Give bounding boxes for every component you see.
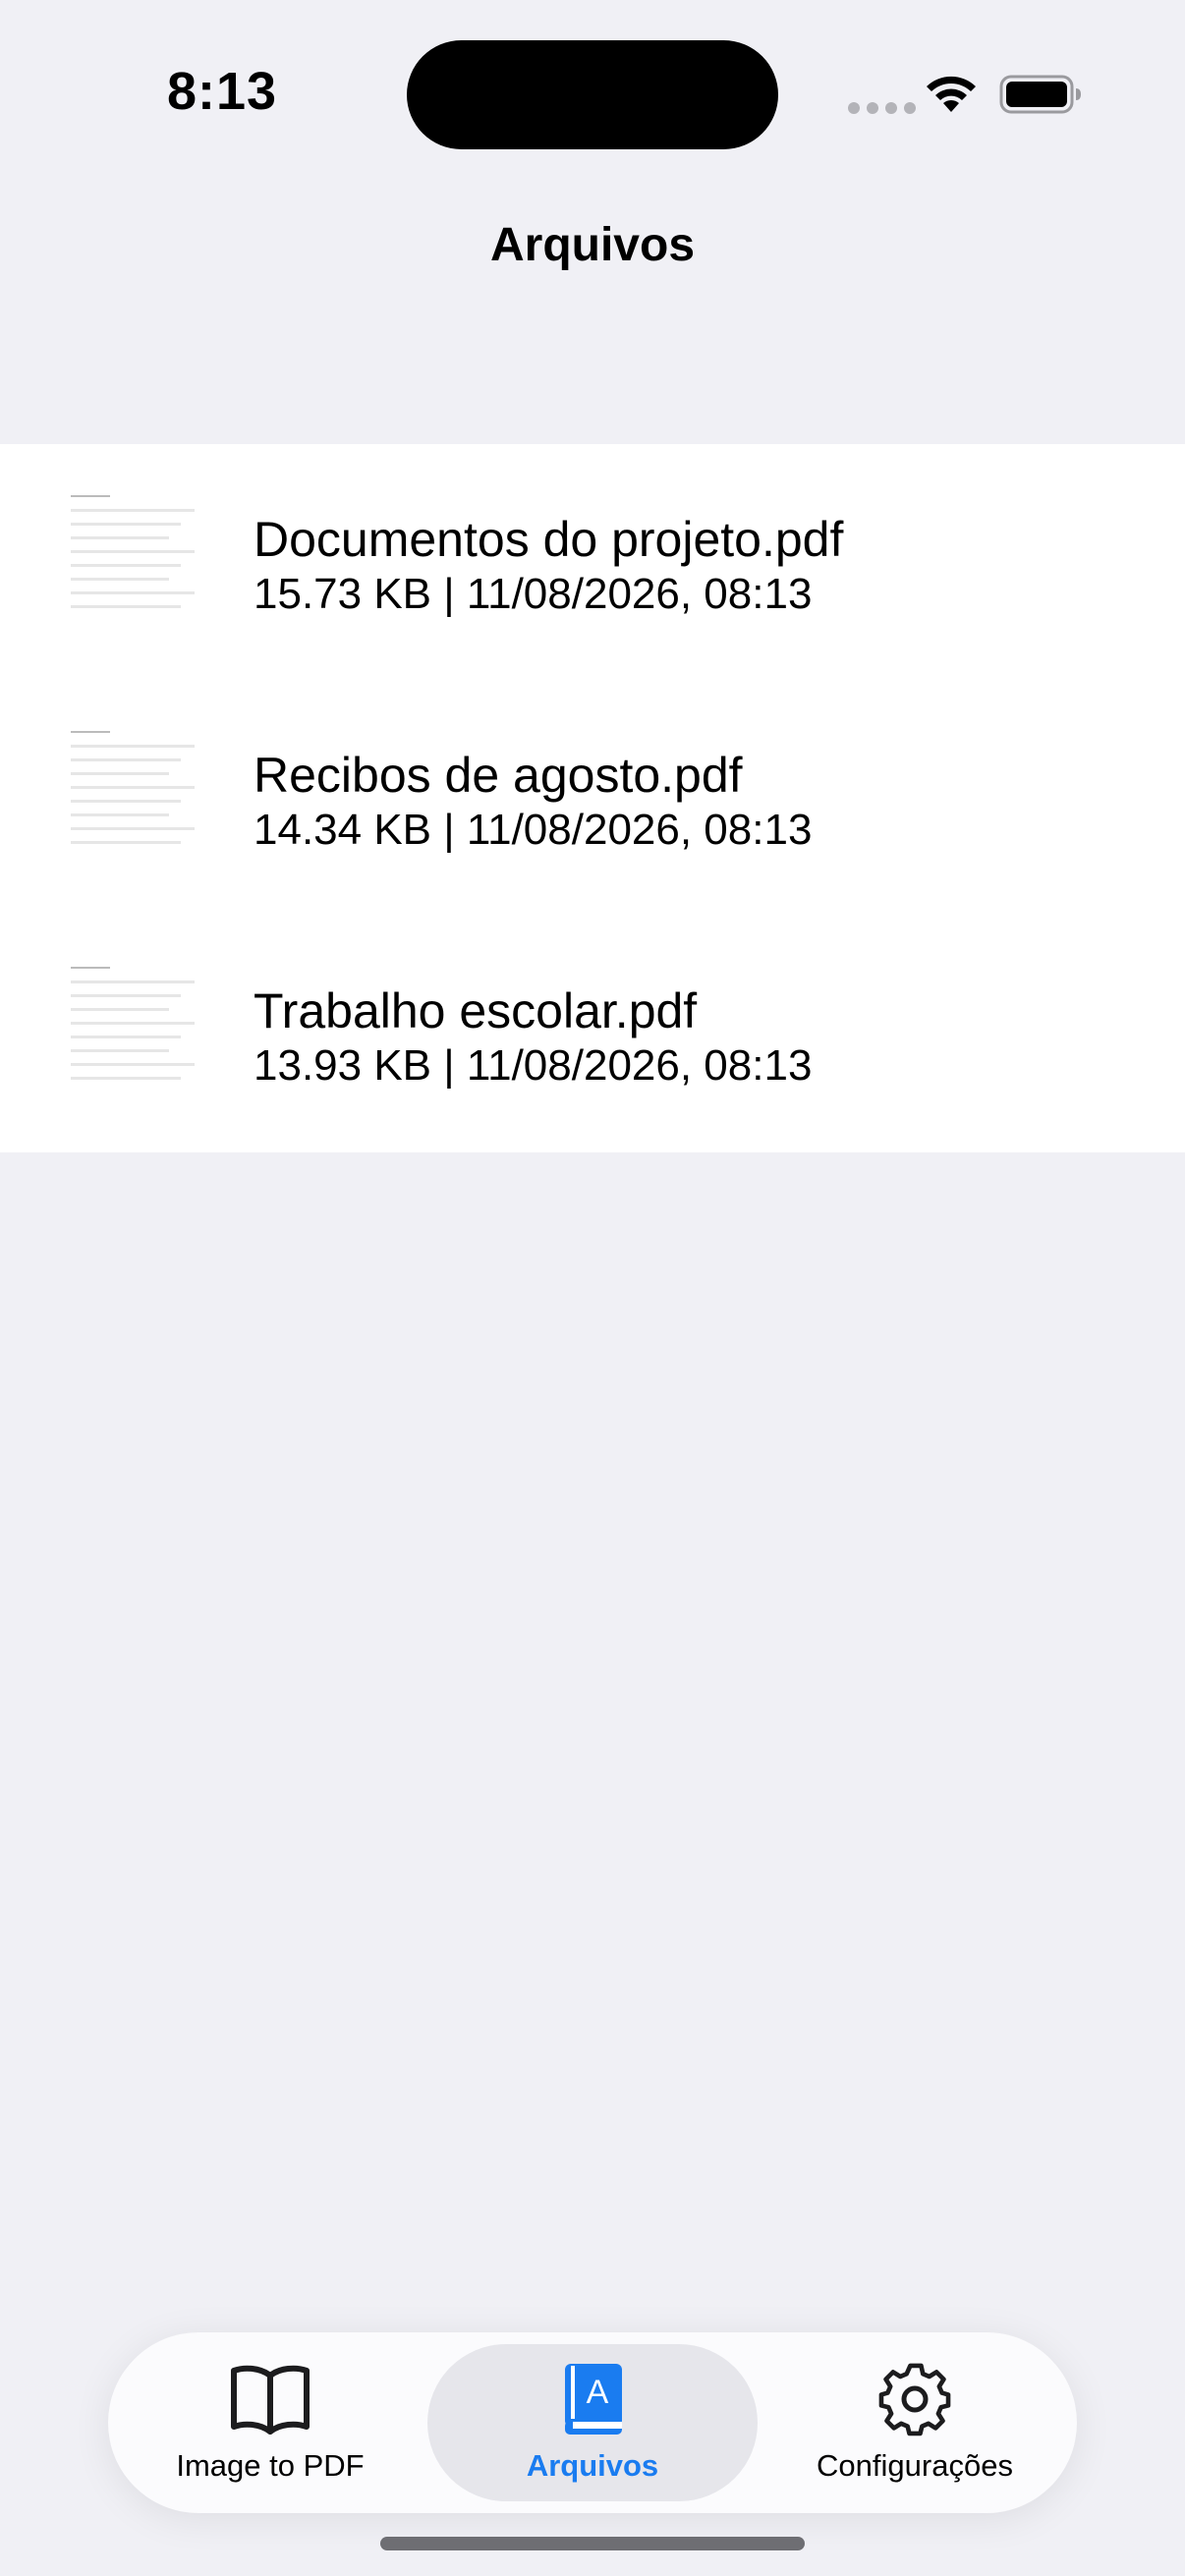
tab-label: Arquivos [526, 2448, 659, 2483]
gear-icon [878, 2363, 951, 2436]
page-title: Arquivos [489, 219, 696, 271]
file-list: Documentos do projeto.pdf 15.73 KB | 11/… [0, 444, 1185, 1152]
svg-text:A: A [587, 2374, 609, 2411]
status-time: 8:13 [167, 62, 278, 121]
tab-arquivos[interactable]: A Arquivos [427, 2332, 758, 2513]
tab-image-to-pdf[interactable]: Image to PDF [118, 2332, 423, 2513]
pdf-thumbnail-icon [69, 729, 197, 857]
file-name: Recibos de agosto.pdf [254, 748, 743, 803]
file-row[interactable]: Trabalho escolar.pdf 13.93 KB | 11/08/20… [0, 916, 1185, 1151]
file-row[interactable]: Documentos do projeto.pdf 15.73 KB | 11/… [0, 444, 1185, 680]
file-meta: 15.73 KB | 11/08/2026, 08:13 [254, 570, 813, 618]
tab-bar: Image to PDF A Arquivos Configurações [108, 2332, 1077, 2513]
home-indicator [380, 2537, 805, 2550]
cellular-signal-icon [848, 102, 916, 114]
tab-label: Configurações [817, 2448, 1013, 2483]
open-book-icon [231, 2365, 310, 2435]
pdf-thumbnail-icon [69, 965, 197, 1092]
file-row[interactable]: Recibos de agosto.pdf 14.34 KB | 11/08/2… [0, 680, 1185, 916]
file-meta: 13.93 KB | 11/08/2026, 08:13 [254, 1041, 813, 1090]
tab-label: Image to PDF [176, 2448, 365, 2483]
dynamic-island [407, 40, 778, 149]
wifi-icon [927, 76, 976, 112]
book-icon: A [565, 2364, 622, 2435]
file-name: Documentos do projeto.pdf [254, 512, 844, 567]
file-name: Trabalho escolar.pdf [254, 983, 698, 1038]
tab-configuracoes[interactable]: Configurações [762, 2332, 1067, 2513]
pdf-thumbnail-icon [69, 493, 197, 621]
file-meta: 14.34 KB | 11/08/2026, 08:13 [254, 806, 813, 854]
battery-icon [999, 75, 1081, 114]
